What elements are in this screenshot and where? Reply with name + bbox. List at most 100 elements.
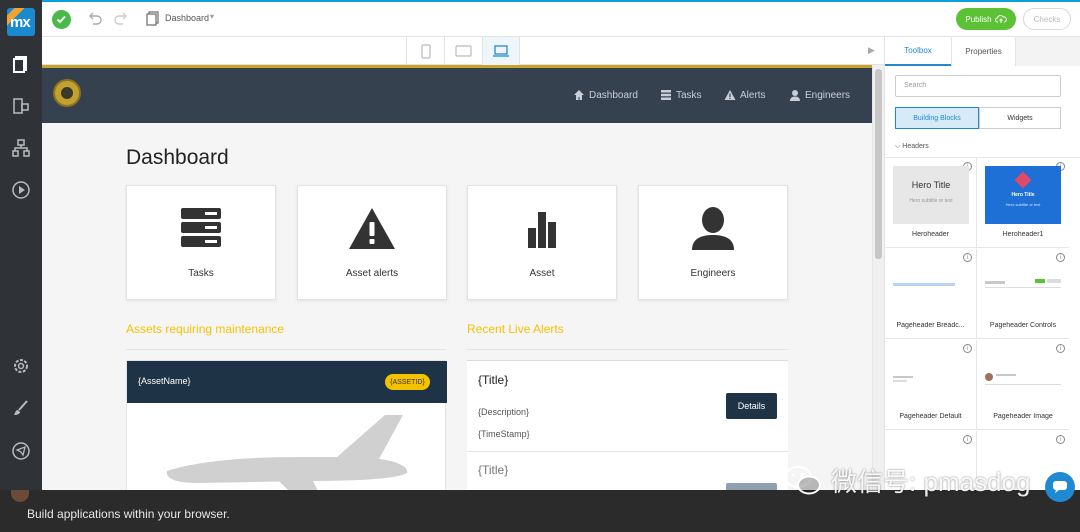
settings-icon[interactable] xyxy=(11,356,31,376)
widget-pageheader-controls[interactable]: i Pageheader Controls xyxy=(977,249,1069,339)
section-title-alerts: Recent Live Alerts xyxy=(467,322,564,336)
widget-name: Heroheader xyxy=(912,231,949,238)
feedback-icon[interactable] xyxy=(11,441,31,461)
watermark-text: 微信号: pmasdog xyxy=(831,467,1031,497)
section-divider xyxy=(126,349,446,350)
nav-label: Alerts xyxy=(740,89,766,101)
domain-model-icon[interactable] xyxy=(11,96,31,116)
tile-engineers[interactable]: Engineers xyxy=(638,185,788,300)
warning-icon xyxy=(349,208,395,249)
segment-building-blocks[interactable]: Building Blocks xyxy=(895,107,979,129)
tile-tasks[interactable]: Tasks xyxy=(126,185,276,300)
desktop-view-button[interactable] xyxy=(482,37,520,65)
cloud-upload-icon xyxy=(994,15,1007,23)
chevron-down-icon[interactable]: ▾ xyxy=(210,12,214,21)
app-brand-logo[interactable] xyxy=(53,79,81,107)
section-title-assets: Assets requiring maintenance xyxy=(126,322,285,336)
chat-bubble-button[interactable] xyxy=(1045,472,1075,502)
nav-label: Dashboard xyxy=(589,89,638,101)
widget-heroheader[interactable]: i Hero Title Hero subtitle or text Heroh… xyxy=(885,158,977,248)
status-check-icon[interactable] xyxy=(52,10,71,29)
widget-thumbnail xyxy=(985,348,1061,406)
warning-icon xyxy=(724,90,736,100)
tile-label: Asset alerts xyxy=(345,268,399,279)
section-divider xyxy=(467,349,788,350)
caption-text: Build applications within your browser. xyxy=(27,507,230,521)
page-title: Dashboard xyxy=(126,146,229,169)
canvas-scrollbar[interactable] xyxy=(872,65,884,490)
document-icon xyxy=(146,11,160,27)
widget-name: Pageheader Image xyxy=(993,413,1053,420)
alert-divider xyxy=(467,451,788,452)
nav-item-dashboard[interactable]: Dashboard xyxy=(573,89,638,101)
theme-brush-icon[interactable] xyxy=(11,398,31,418)
widget-thumbnail xyxy=(893,257,969,315)
tile-asset[interactable]: Asset xyxy=(467,185,617,300)
airplane-image xyxy=(166,415,408,490)
alert-timestamp: {TimeStamp} xyxy=(478,429,530,439)
info-icon[interactable]: i xyxy=(1056,435,1065,444)
tablet-icon xyxy=(455,45,472,57)
home-icon xyxy=(574,90,584,100)
user-icon xyxy=(692,207,734,250)
tab-properties[interactable]: Properties xyxy=(951,37,1016,66)
group-headers[interactable]: ⌵ Headers xyxy=(895,143,929,151)
user-icon xyxy=(790,90,800,101)
details-button[interactable] xyxy=(726,483,777,490)
tile-label: Engineers xyxy=(690,268,736,279)
publish-button[interactable]: Publish xyxy=(956,8,1016,30)
widget-heroheader1[interactable]: i Hero Title Hero subtitle or text Heroh… xyxy=(977,158,1069,248)
redo-icon[interactable] xyxy=(112,10,130,28)
watermark: 微信号: pmasdog xyxy=(783,462,1030,499)
nav-item-engineers[interactable]: Engineers xyxy=(789,89,850,101)
phone-icon xyxy=(420,43,431,59)
scrollbar-thumb[interactable] xyxy=(875,69,882,259)
chevron-right-icon[interactable]: ▶ xyxy=(868,45,875,56)
details-button[interactable]: Details xyxy=(726,393,777,419)
segment-widgets[interactable]: Widgets xyxy=(979,107,1061,129)
play-icon[interactable] xyxy=(11,180,31,200)
widget-name: Pageheader Controls xyxy=(989,322,1057,329)
tile-asset-alerts[interactable]: Asset alerts xyxy=(297,185,447,300)
asset-card-header: {AssetName} {ASSETID} xyxy=(127,361,447,403)
chat-icon xyxy=(1053,481,1067,493)
nav-item-tasks[interactable]: Tasks xyxy=(660,89,702,101)
toolbox-panel: Toolbox Properties Search Building Block… xyxy=(884,37,1080,532)
pages-icon[interactable] xyxy=(11,54,31,74)
toolbox-search-input[interactable]: Search xyxy=(895,75,1061,97)
asset-card[interactable]: {AssetName} {ASSETID} xyxy=(126,360,447,490)
widget-thumbnail: Hero Title Hero subtitle or text xyxy=(985,166,1061,224)
tab-empty xyxy=(1016,37,1080,66)
thumb-title: Hero Title xyxy=(1011,192,1035,198)
thumb-subtitle: Hero subtitle or text xyxy=(1005,202,1041,207)
nav-label: Tasks xyxy=(676,89,702,101)
server-icon xyxy=(661,90,671,100)
widget-pageheader-image[interactable]: i Pageheader Image xyxy=(977,340,1069,430)
wechat-icon xyxy=(784,465,821,494)
widget-name: Pageheader Breadc... xyxy=(896,322,965,329)
nav-item-alerts[interactable]: Alerts xyxy=(724,89,766,101)
phone-view-button[interactable] xyxy=(406,37,444,65)
undo-icon[interactable] xyxy=(86,10,104,28)
logo-text: mx xyxy=(10,14,31,31)
document-title[interactable]: Dashboard xyxy=(165,13,209,23)
widget-thumbnail: Hero Title Hero subtitle or text xyxy=(893,166,969,224)
bar-chart-icon xyxy=(528,212,556,248)
mendix-logo[interactable]: mx xyxy=(7,8,35,36)
widget-thumbnail xyxy=(893,348,969,406)
device-toolbar: ▶ xyxy=(42,37,884,65)
navigation-tree-icon[interactable] xyxy=(11,138,31,158)
widget-pageheader-breadcrumb[interactable]: i Pageheader Breadc... xyxy=(885,249,977,339)
group-label: Headers xyxy=(902,143,929,150)
checks-button[interactable]: Checks xyxy=(1023,8,1071,30)
alert-title: {Title} xyxy=(478,463,509,477)
alert-description: {Description} xyxy=(478,407,530,417)
server-icon xyxy=(181,208,221,247)
tab-toolbox[interactable]: Toolbox xyxy=(885,37,951,66)
widget-pageheader-default[interactable]: i Pageheader Default xyxy=(885,340,977,430)
top-toolbar: Dashboard ▾ Publish Checks xyxy=(42,2,1080,37)
tile-label: Tasks xyxy=(188,268,214,279)
asset-id-badge: {ASSETID} xyxy=(385,374,430,390)
info-icon[interactable]: i xyxy=(963,435,972,444)
tablet-view-button[interactable] xyxy=(444,37,482,65)
